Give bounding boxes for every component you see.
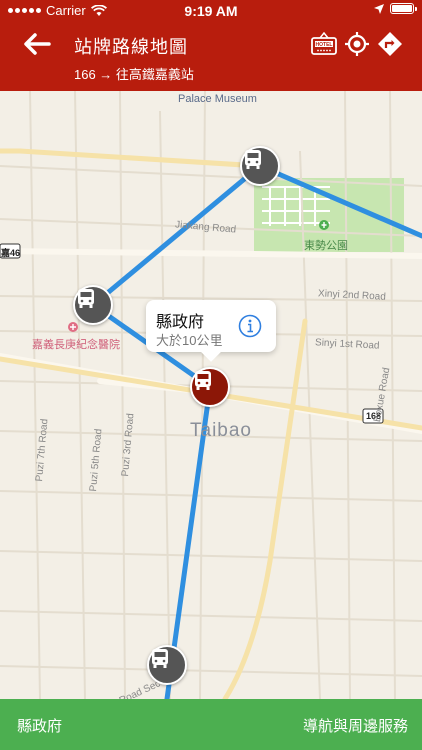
hotel-icon: HOTEL <box>311 32 337 55</box>
status-time: 9:19 AM <box>184 3 238 19</box>
stop-callout[interactable]: 縣政府 大於10公里 <box>146 300 276 352</box>
svg-text:HOTEL: HOTEL <box>316 42 333 48</box>
app-header: Carrier 9:19 AM 站牌路線地圖 166 → 往高鐵嘉義站 HOTE… <box>0 0 422 91</box>
crosshair-icon <box>345 32 369 56</box>
bottom-bar: 縣政府 導航與周邊服務 <box>0 699 422 750</box>
map-label-taibao: Taibao <box>190 420 252 441</box>
selected-bus-stop-marker[interactable] <box>190 367 230 407</box>
map-label-park: 東勢公園 <box>304 240 348 252</box>
location-arrow-icon <box>374 3 384 14</box>
callout-distance: 大於10公里 <box>156 333 223 348</box>
route-map[interactable]: Palace Museum Jiakang Road 東勢公園 Xinyi 2n… <box>0 91 422 699</box>
bus-stop-marker[interactable] <box>73 285 113 325</box>
route-46-shield: 嘉46 <box>1 248 21 258</box>
bus-stop-marker[interactable] <box>147 645 187 685</box>
map-label-hospital: 嘉義長庚紀念醫院 <box>32 339 120 351</box>
bus-icon <box>78 289 94 308</box>
info-icon <box>238 314 262 338</box>
selected-stop-name: 縣政府 <box>17 718 63 735</box>
battery-icon <box>390 3 417 14</box>
directions-button[interactable] <box>376 30 404 58</box>
hotel-button[interactable]: HOTEL <box>310 30 338 58</box>
status-right <box>374 3 417 14</box>
page-title: 站牌路線地圖 <box>74 37 188 57</box>
navigation-services-button[interactable]: 導航與周邊服務 <box>303 715 408 736</box>
callout-title: 縣政府 <box>156 314 205 331</box>
status-bar: Carrier 9:19 AM <box>0 0 422 22</box>
bus-icon <box>195 371 211 390</box>
directions-icon <box>378 32 402 56</box>
bus-icon <box>245 150 261 169</box>
locate-button[interactable] <box>343 30 371 58</box>
bus-stop-marker[interactable] <box>240 146 280 186</box>
bus-icon <box>152 649 168 668</box>
info-button[interactable] <box>238 314 262 338</box>
route-subtitle: 166 → 往高鐵嘉義站 <box>74 67 194 82</box>
arrow-left-icon <box>24 33 51 55</box>
map-label-palace-museum: Palace Museum <box>178 93 257 105</box>
back-button[interactable] <box>20 30 54 58</box>
